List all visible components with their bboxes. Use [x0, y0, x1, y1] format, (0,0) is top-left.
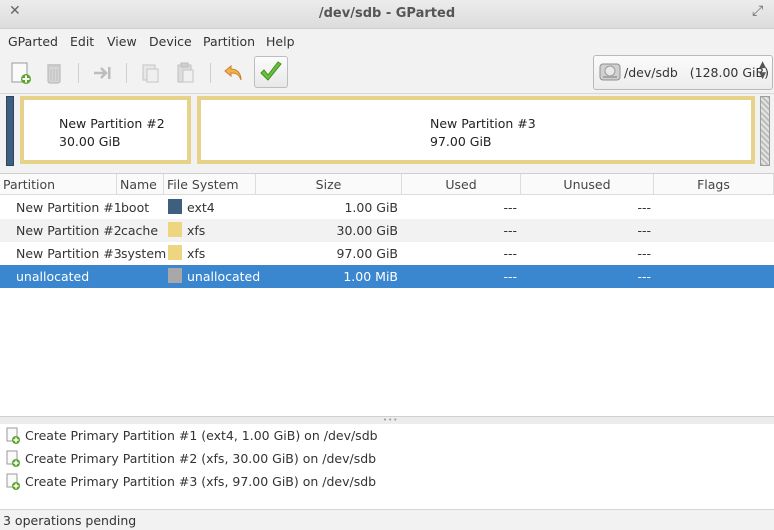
- list-item[interactable]: Create Primary Partition #1 (ext4, 1.00 …: [0, 424, 774, 447]
- cell-unused: ---: [637, 246, 651, 261]
- cell-partition: New Partition #2: [16, 223, 122, 238]
- fs-color-swatch: [168, 222, 182, 237]
- column-header-flags[interactable]: Flags: [654, 174, 774, 195]
- diskmap-partition-size: 97.00 GiB: [430, 134, 492, 149]
- pending-operations-list: Create Primary Partition #1 (ext4, 1.00 …: [0, 424, 774, 509]
- column-header-unused[interactable]: Unused: [521, 174, 654, 195]
- toolbar-separator: [126, 63, 127, 83]
- delete-icon: [47, 64, 61, 84]
- status-bar: 3 operations pending: [0, 509, 774, 530]
- column-header-partition[interactable]: Partition: [0, 174, 117, 195]
- cell-name: system: [121, 246, 167, 261]
- fs-color-swatch: [168, 199, 182, 214]
- diskmap-partition-1[interactable]: [6, 96, 14, 166]
- cell-size: 1.00 GiB: [344, 200, 398, 215]
- copy-button[interactable]: [134, 57, 166, 89]
- list-item[interactable]: Create Primary Partition #2 (xfs, 30.00 …: [0, 447, 774, 470]
- diskmap-partition-size: 30.00 GiB: [59, 134, 121, 149]
- table-row-selected[interactable]: unallocated unallocated 1.00 MiB --- ---: [0, 265, 774, 288]
- diskmap-partition-2[interactable]: New Partition #2 30.00 GiB: [20, 96, 191, 164]
- menu-help[interactable]: Help: [266, 34, 295, 49]
- cell-partition: New Partition #1: [16, 200, 122, 215]
- toolbar-separator: [78, 63, 79, 83]
- menu-view[interactable]: View: [107, 34, 137, 49]
- device-selector[interactable]: /dev/sdb (128.00 GiB) ▲ ▼: [593, 55, 773, 90]
- grip-icon: •••: [383, 416, 399, 424]
- undo-icon: [224, 64, 242, 81]
- cell-partition: New Partition #3: [16, 246, 122, 261]
- new-partition-icon: [6, 427, 20, 444]
- fs-color-swatch: [168, 268, 182, 283]
- paste-button[interactable]: [169, 57, 201, 89]
- delete-button[interactable]: [38, 57, 70, 89]
- title-bar: ✕ /dev/sdb - GParted ⤢: [0, 0, 774, 29]
- cell-size: 97.00 GiB: [336, 246, 399, 261]
- diskmap-partition-name: New Partition #3: [430, 116, 536, 131]
- harddisk-icon: [599, 63, 621, 81]
- cell-used: ---: [503, 223, 517, 238]
- apply-icon: [260, 61, 282, 81]
- cell-used: ---: [503, 200, 517, 215]
- maximize-window-button[interactable]: ⤢: [752, 3, 768, 21]
- menu-bar: GParted Edit View Device Partition Help: [0, 29, 774, 53]
- list-item[interactable]: Create Primary Partition #3 (xfs, 97.00 …: [0, 470, 774, 493]
- maximize-icon: ⤢: [752, 3, 764, 19]
- cell-used: ---: [503, 246, 517, 261]
- partition-table: Partition Name File System Size Used Unu…: [0, 173, 774, 417]
- menu-partition[interactable]: Partition: [203, 34, 255, 49]
- table-row[interactable]: New Partition #2 cache xfs 30.00 GiB ---…: [0, 219, 774, 242]
- cell-partition: unallocated: [16, 269, 90, 284]
- operation-text: Create Primary Partition #2 (xfs, 30.00 …: [25, 451, 377, 466]
- toolbar-separator: [210, 63, 211, 83]
- diskmap-partition-name: New Partition #2: [59, 116, 165, 131]
- copy-icon: [142, 64, 159, 83]
- table-row[interactable]: New Partition #3 system xfs 97.00 GiB --…: [0, 242, 774, 265]
- cell-unused: ---: [637, 223, 651, 238]
- new-partition-icon: [11, 62, 31, 84]
- cell-size: 1.00 MiB: [343, 269, 398, 284]
- cell-filesystem: xfs: [187, 246, 206, 261]
- table-row[interactable]: New Partition #1 boot ext4 1.00 GiB --- …: [0, 196, 774, 219]
- diskmap-unallocated[interactable]: [760, 96, 770, 166]
- resize-move-icon: [94, 67, 111, 79]
- new-partition-button[interactable]: [4, 57, 36, 89]
- status-text: 3 operations pending: [3, 513, 137, 528]
- menu-device[interactable]: Device: [149, 34, 192, 49]
- cell-used: ---: [503, 269, 517, 284]
- resize-move-button[interactable]: [86, 57, 118, 89]
- column-header-filesystem[interactable]: File System: [164, 174, 256, 195]
- undo-button[interactable]: [218, 57, 250, 89]
- menu-edit[interactable]: Edit: [70, 34, 94, 49]
- cell-filesystem: xfs: [187, 223, 206, 238]
- operation-text: Create Primary Partition #3 (xfs, 97.00 …: [25, 474, 377, 489]
- device-label: /dev/sdb (128.00 GiB): [624, 65, 769, 80]
- column-header-name[interactable]: Name: [117, 174, 164, 195]
- apply-button[interactable]: [254, 56, 288, 88]
- cell-unused: ---: [637, 269, 651, 284]
- menu-gparted[interactable]: GParted: [8, 34, 58, 49]
- cell-unused: ---: [637, 200, 651, 215]
- disk-map: New Partition #2 30.00 GiB New Partition…: [4, 94, 770, 166]
- operation-text: Create Primary Partition #1 (ext4, 1.00 …: [25, 428, 378, 443]
- new-partition-icon: [6, 473, 20, 490]
- cell-name: boot: [121, 200, 150, 215]
- fs-color-swatch: [168, 245, 182, 260]
- diskmap-partition-3[interactable]: New Partition #3 97.00 GiB: [197, 96, 755, 164]
- chevron-updown-icon: ▲ ▼: [759, 60, 766, 81]
- column-header-used[interactable]: Used: [402, 174, 521, 195]
- cell-size: 30.00 GiB: [336, 223, 399, 238]
- cell-filesystem: ext4: [187, 200, 215, 215]
- window-title: /dev/sdb - GParted: [318, 6, 456, 21]
- paste-icon: [177, 62, 194, 83]
- cell-filesystem: unallocated: [187, 269, 261, 284]
- new-partition-icon: [6, 450, 20, 467]
- column-header-size[interactable]: Size: [256, 174, 402, 195]
- cell-name: cache: [121, 223, 159, 238]
